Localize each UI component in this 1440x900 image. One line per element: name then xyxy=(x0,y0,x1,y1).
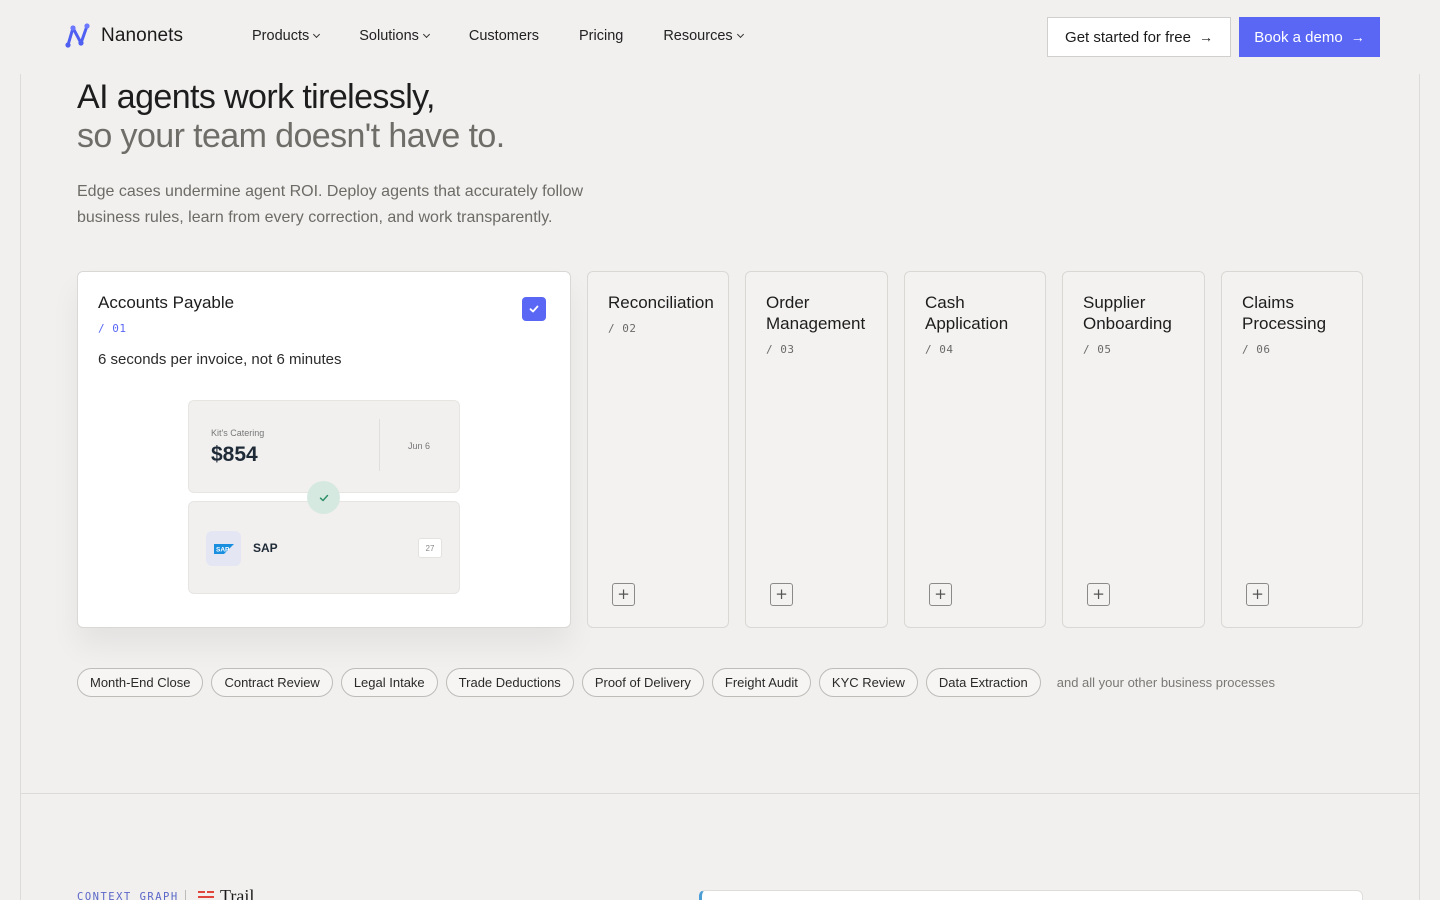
pill-kyc-review[interactable]: KYC Review xyxy=(818,668,918,697)
top-nav: Nanonets Products Solutions Customers Pr… xyxy=(0,0,1440,74)
nav-solutions[interactable]: Solutions xyxy=(359,28,430,44)
card-title: Reconciliation xyxy=(608,293,714,312)
nav-resources[interactable]: Resources xyxy=(663,28,744,44)
invoice-vendor: Kit's Catering xyxy=(211,428,265,438)
process-pills: Month-End Close Contract Review Legal In… xyxy=(77,668,1275,697)
svg-text:SAP: SAP xyxy=(216,546,230,553)
book-demo-button[interactable]: Book a demo → xyxy=(1239,17,1380,57)
card-title: Order Management xyxy=(766,293,866,333)
card-number: / 01 xyxy=(98,322,127,335)
nanonets-logo-icon xyxy=(65,23,90,48)
card-title: Cash Application xyxy=(925,293,1009,333)
arrow-right-icon: → xyxy=(1198,29,1213,45)
invoice-date: Jun 6 xyxy=(408,441,431,451)
card-accounts-payable[interactable]: Accounts Payable / 01 6 seconds per invo… xyxy=(77,271,571,628)
nav-customers[interactable]: Customers xyxy=(469,28,539,44)
trail-brand: Trail xyxy=(198,886,254,900)
card-cash-application[interactable]: Cash Application / 04 + xyxy=(904,271,1046,628)
chevron-down-icon xyxy=(313,30,321,39)
card-title: Accounts Payable xyxy=(98,293,235,312)
nav-links: Products Solutions Customers Pricing Res… xyxy=(252,28,783,44)
pill-trade-deductions[interactable]: Trade Deductions xyxy=(445,668,574,697)
card-number: / 03 xyxy=(766,343,795,356)
trail-name: Trail xyxy=(220,886,255,900)
arrow-right-icon: → xyxy=(1350,29,1365,45)
card-subtitle: 6 seconds per invoice, not 6 minutes xyxy=(98,351,342,368)
check-circle-icon xyxy=(307,481,340,514)
chevron-down-icon xyxy=(422,30,430,39)
pill-legal-intake[interactable]: Legal Intake xyxy=(340,668,438,697)
hero-lead: Edge cases undermine agent ROI. Deploy a… xyxy=(77,183,584,226)
section-divider xyxy=(20,793,1420,794)
context-graph-label: CONTEXT GRAPH xyxy=(77,891,179,900)
nav-pricing-label: Pricing xyxy=(579,28,624,44)
invoice-amount: $854 xyxy=(211,443,258,466)
card-order-management[interactable]: Order Management / 03 + xyxy=(745,271,888,628)
invoice-summary: Kit's Catering $854 Jun 6 xyxy=(188,400,460,493)
expand-plus-icon[interactable]: + xyxy=(770,583,793,606)
hero-title-line1: AI agents work tirelessly, xyxy=(77,78,436,116)
frame-line-right xyxy=(1419,74,1420,900)
card-claims-processing[interactable]: Claims Processing / 06 + xyxy=(1221,271,1363,628)
book-demo-label: Book a demo xyxy=(1254,28,1343,46)
pill-month-end-close[interactable]: Month-End Close xyxy=(77,668,204,697)
get-started-button[interactable]: Get started for free → xyxy=(1047,17,1231,57)
selected-check-icon[interactable] xyxy=(522,297,546,321)
pill-data-extraction[interactable]: Data Extraction xyxy=(925,668,1041,697)
pill-contract-review[interactable]: Contract Review xyxy=(211,668,333,697)
erp-name: SAP xyxy=(253,541,278,555)
pill-freight-audit[interactable]: Freight Audit xyxy=(711,668,811,697)
card-title: Supplier Onboarding xyxy=(1083,293,1172,333)
erp-sync-box: SAP SAP 27 xyxy=(188,501,460,594)
invoice-divider xyxy=(379,419,380,471)
expand-plus-icon[interactable]: + xyxy=(1246,583,1269,606)
nav-solutions-label: Solutions xyxy=(359,28,419,44)
label-separator xyxy=(185,890,186,900)
pill-proof-of-delivery[interactable]: Proof of Delivery xyxy=(581,668,704,697)
chevron-down-icon xyxy=(736,30,744,39)
expand-plus-icon[interactable]: + xyxy=(1087,583,1110,606)
nav-resources-label: Resources xyxy=(663,28,733,44)
expand-plus-icon[interactable]: + xyxy=(929,583,952,606)
trail-logo-icon xyxy=(198,890,214,898)
expand-plus-icon[interactable]: + xyxy=(612,583,635,606)
frame-line-left xyxy=(20,74,21,900)
card-title: Claims Processing xyxy=(1242,293,1327,333)
nav-pricing[interactable]: Pricing xyxy=(579,28,623,44)
erp-badge: 27 xyxy=(418,538,442,558)
nav-customers-label: Customers xyxy=(468,28,539,44)
nav-products[interactable]: Products xyxy=(252,28,321,44)
get-started-label: Get started for free xyxy=(1065,28,1191,46)
card-number: / 04 xyxy=(925,343,954,356)
nav-products-label: Products xyxy=(252,28,310,44)
pills-tail-text: and all your other business processes xyxy=(1056,675,1275,690)
card-number: / 05 xyxy=(1083,343,1112,356)
preview-panel xyxy=(699,890,1363,900)
sap-logo-icon: SAP xyxy=(206,531,241,566)
hero-title-line2: so your team doesn't have to. xyxy=(77,117,505,155)
card-number: / 06 xyxy=(1242,343,1271,356)
brand-logo[interactable]: Nanonets xyxy=(64,22,183,50)
card-supplier-onboarding[interactable]: Supplier Onboarding / 05 + xyxy=(1062,271,1205,628)
card-reconciliation[interactable]: Reconciliation / 02 + xyxy=(587,271,729,628)
card-number: / 02 xyxy=(608,322,637,335)
brand-name: Nanonets xyxy=(101,25,184,46)
